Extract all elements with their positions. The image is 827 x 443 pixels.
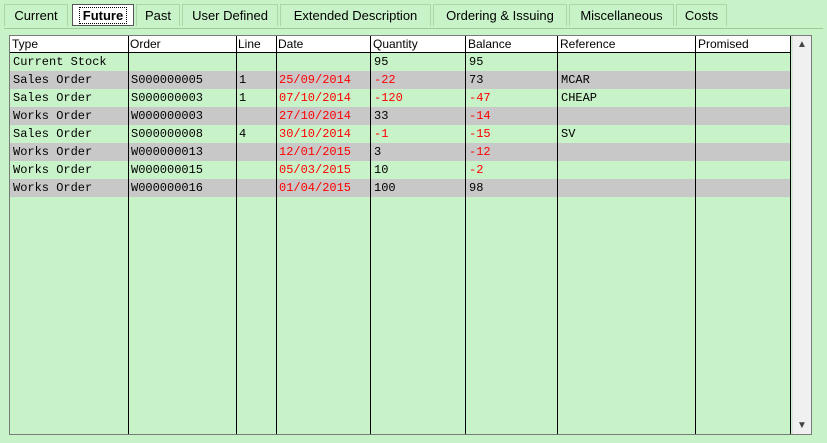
cell-promised [696, 107, 699, 125]
cell-reference: SV [561, 127, 576, 141]
cell-quantity: 3 [374, 145, 382, 159]
cell-reference: MCAR [561, 73, 590, 87]
tab-future[interactable]: Future [72, 4, 134, 26]
cell-balance: -47 [469, 91, 491, 105]
cell-promised [696, 179, 699, 197]
tab-extended-description[interactable]: Extended Description [280, 4, 431, 26]
cell-line: 4 [239, 127, 247, 141]
cell-date: 25/09/2014 [279, 73, 352, 87]
cell-quantity: -1 [374, 127, 389, 141]
cell-reference [558, 161, 561, 179]
cell-reference [558, 179, 561, 197]
column-header-date[interactable]: Date [276, 36, 303, 52]
cell-order: W000000003 [131, 109, 204, 123]
cell-type: Sales Order [13, 127, 93, 141]
column-header-balance[interactable]: Balance [466, 36, 511, 52]
cell-quantity: -22 [374, 73, 396, 87]
cell-date: 27/10/2014 [279, 109, 352, 123]
cell-reference: CHEAP [561, 91, 598, 105]
cell-date: 12/01/2015 [279, 145, 352, 159]
cell-quantity: 95 [374, 55, 389, 69]
cell-type: Sales Order [13, 91, 93, 105]
cell-balance: -12 [469, 145, 491, 159]
column-divider [128, 36, 129, 434]
tab-label: Costs [684, 8, 719, 23]
cell-type: Sales Order [13, 73, 93, 87]
tab-label: Ordering & Issuing [446, 8, 554, 23]
tab-label: Future [78, 6, 128, 24]
tab-current[interactable]: Current [4, 4, 68, 26]
cell-balance: -14 [469, 109, 491, 123]
cell-promised [696, 161, 699, 179]
cell-reference [558, 143, 561, 161]
cell-promised [696, 89, 699, 107]
vertical-scrollbar[interactable]: ▲ ▼ [792, 36, 811, 434]
cell-quantity: 10 [374, 163, 389, 177]
cell-quantity: -120 [374, 91, 403, 105]
cell-promised [696, 125, 699, 143]
cell-date: 05/03/2015 [279, 163, 352, 177]
tab-user-defined[interactable]: User Defined [182, 4, 278, 26]
tab-label: Extended Description [293, 8, 418, 23]
scroll-down-icon[interactable]: ▼ [793, 417, 811, 434]
cell-order: S000000008 [131, 127, 204, 141]
cell-date: 07/10/2014 [279, 91, 352, 105]
column-divider [790, 36, 791, 434]
cell-reference [558, 53, 561, 71]
cell-balance: -15 [469, 127, 491, 141]
cell-balance: 73 [469, 73, 484, 87]
cell-quantity: 100 [374, 181, 396, 195]
tab-ordering-issuing[interactable]: Ordering & Issuing [433, 4, 567, 26]
cell-type: Works Order [13, 181, 93, 195]
cell-type: Works Order [13, 163, 93, 177]
tab-label: Current [14, 8, 58, 23]
cell-promised [696, 143, 699, 161]
column-divider [695, 36, 696, 434]
column-divider [370, 36, 371, 434]
tab-label: User Defined [192, 8, 268, 23]
cell-line: 1 [239, 91, 247, 105]
cell-promised [696, 71, 699, 89]
tab-bar: Current Future Past User Defined Extende… [4, 4, 827, 28]
cell-balance: -2 [469, 163, 484, 177]
cell-type: Works Order [13, 109, 93, 123]
column-header-reference[interactable]: Reference [558, 36, 615, 52]
cell-date: 30/10/2014 [279, 127, 352, 141]
column-header-type[interactable]: Type [10, 36, 38, 52]
column-header-promised[interactable]: Promised [696, 36, 749, 52]
column-divider [557, 36, 558, 434]
cell-order: W000000016 [131, 181, 204, 195]
cell-quantity: 33 [374, 109, 389, 123]
cell-reference [558, 107, 561, 125]
cell-balance: 98 [469, 181, 484, 195]
column-divider [465, 36, 466, 434]
cell-promised [696, 53, 699, 71]
column-header-line[interactable]: Line [236, 36, 261, 52]
scroll-up-icon[interactable]: ▲ [793, 36, 811, 53]
column-divider [276, 36, 277, 434]
tab-label: Past [144, 8, 171, 23]
cell-line: 1 [239, 73, 247, 87]
column-divider [236, 36, 237, 434]
cell-order: S000000003 [131, 91, 204, 105]
tab-miscellaneous[interactable]: Miscellaneous [569, 4, 674, 26]
column-header-order[interactable]: Order [128, 36, 161, 52]
tab-costs[interactable]: Costs [676, 4, 727, 26]
future-stock-grid[interactable]: Type Order Line Date Quantity Balance Re… [9, 35, 812, 435]
cell-type: Current Stock [13, 55, 107, 69]
cell-date: 01/04/2015 [279, 181, 352, 195]
cell-balance: 95 [469, 55, 484, 69]
tab-past[interactable]: Past [136, 4, 180, 26]
cell-order: W000000013 [131, 145, 204, 159]
column-header-quantity[interactable]: Quantity [371, 36, 418, 52]
cell-order: S000000005 [131, 73, 204, 87]
cell-type: Works Order [13, 145, 93, 159]
tab-label: Miscellaneous [580, 8, 663, 23]
cell-order: W000000015 [131, 163, 204, 177]
